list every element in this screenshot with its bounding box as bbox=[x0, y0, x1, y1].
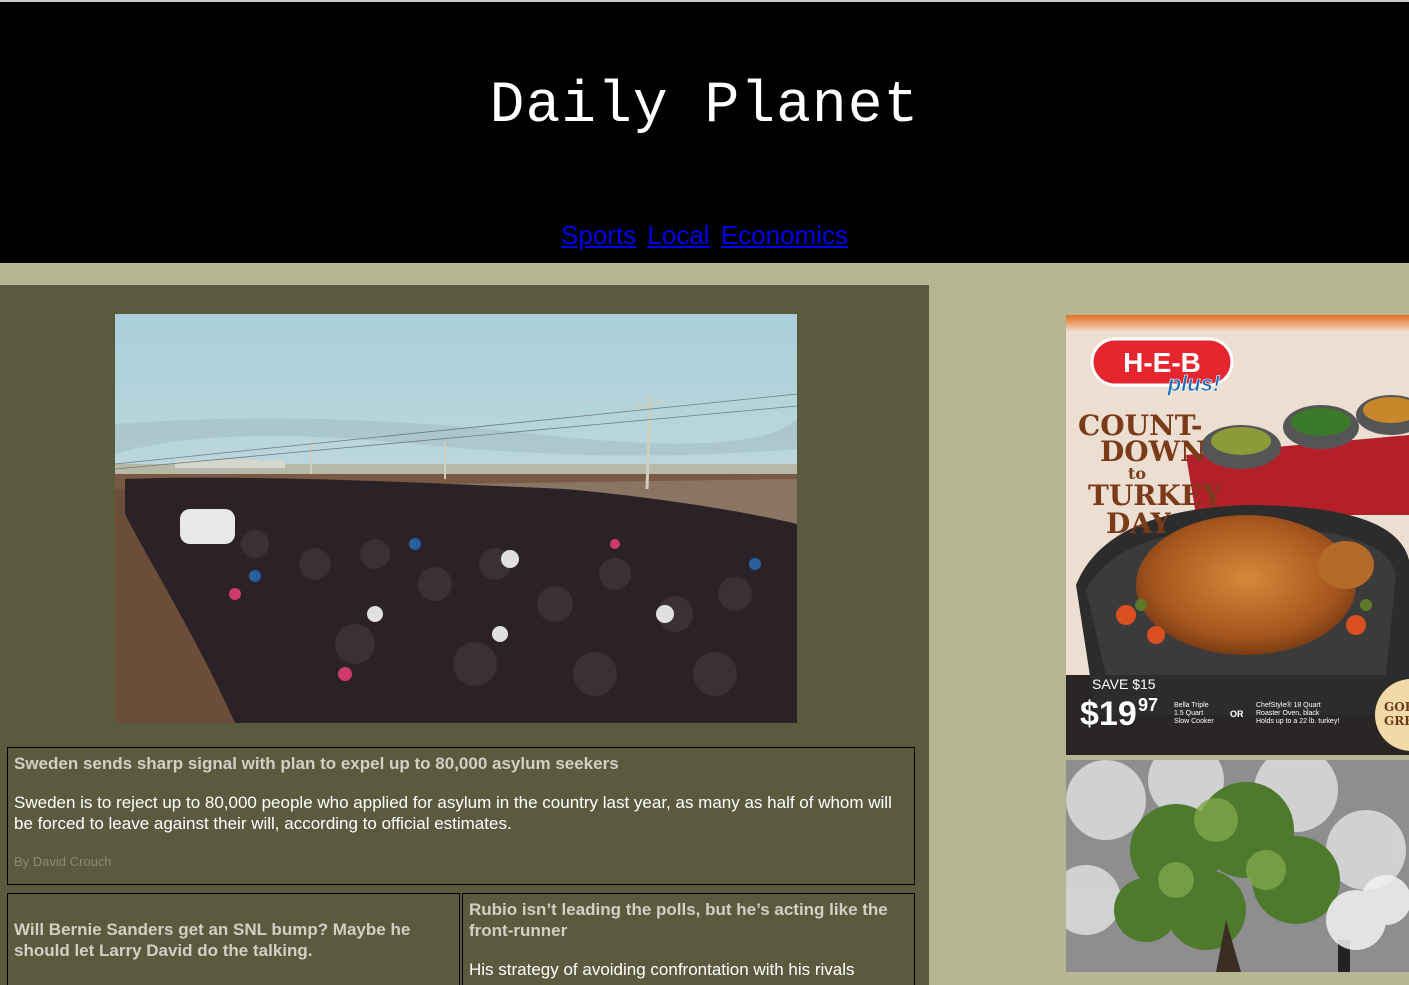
lead-article-summary: Sweden is to reject up to 80,000 people … bbox=[14, 793, 892, 833]
ad-product2-line: Holds up to a 22 lb. turkey! bbox=[1256, 718, 1339, 725]
lead-article[interactable]: Sweden sends sharp signal with plan to e… bbox=[7, 747, 915, 885]
ad-brand-sub: plus! bbox=[1167, 371, 1221, 396]
lead-article-byline: By David Crouch bbox=[14, 854, 112, 869]
nav-link-local[interactable]: Local bbox=[647, 220, 709, 250]
ad-product2-line: Roaster Oven, black bbox=[1256, 710, 1320, 717]
ad-save: SAVE $15 bbox=[1092, 676, 1156, 692]
ad-tagline-line: DOWN bbox=[1100, 435, 1206, 468]
article-card-rubio[interactable]: Rubio isn’t leading the polls, but he’s … bbox=[462, 893, 915, 985]
ad-product1-line: 1.5 Quart bbox=[1174, 710, 1203, 717]
ad-corner-line: GRE bbox=[1384, 714, 1409, 728]
ad-product1-line: Slow Cooker bbox=[1174, 718, 1214, 725]
site-title: Daily Planet bbox=[489, 74, 920, 139]
nav-link-sports[interactable]: Sports bbox=[561, 220, 636, 250]
site-header: Daily Planet Sports Local Economics bbox=[0, 2, 1409, 263]
article-headline[interactable]: Rubio isn’t leading the polls, but he’s … bbox=[469, 899, 908, 941]
heb-advertisement[interactable]: H-E-B plus! COUNT- DOWN to TURKEY DAY SA… bbox=[1066, 315, 1409, 755]
ad-tagline-line: DAY bbox=[1106, 507, 1172, 540]
main-content: Sweden sends sharp signal with plan to e… bbox=[0, 285, 929, 985]
lead-article-photo[interactable] bbox=[115, 314, 797, 723]
ad-product1-line: Bella Triple bbox=[1174, 702, 1209, 709]
ad-or: OR bbox=[1230, 709, 1244, 719]
article-card-sanders[interactable]: Will Bernie Sanders get an SNL bump? May… bbox=[7, 893, 460, 985]
article-headline[interactable]: Will Bernie Sanders get an SNL bump? May… bbox=[14, 919, 453, 961]
tree-smoke-image[interactable] bbox=[1066, 760, 1409, 972]
ad-price-dollars: $19 bbox=[1080, 695, 1137, 733]
ad-price-cents: 97 bbox=[1138, 695, 1158, 715]
ad-corner-line: GOB bbox=[1384, 700, 1409, 714]
article-summary: His strategy of avoiding confrontation w… bbox=[469, 960, 855, 979]
main-nav: Sports Local Economics bbox=[0, 220, 1409, 251]
lead-article-headline[interactable]: Sweden sends sharp signal with plan to e… bbox=[14, 753, 908, 774]
ad-product2-line: ChefStyle® 18 Quart bbox=[1256, 701, 1321, 709]
nav-link-economics[interactable]: Economics bbox=[721, 220, 848, 250]
